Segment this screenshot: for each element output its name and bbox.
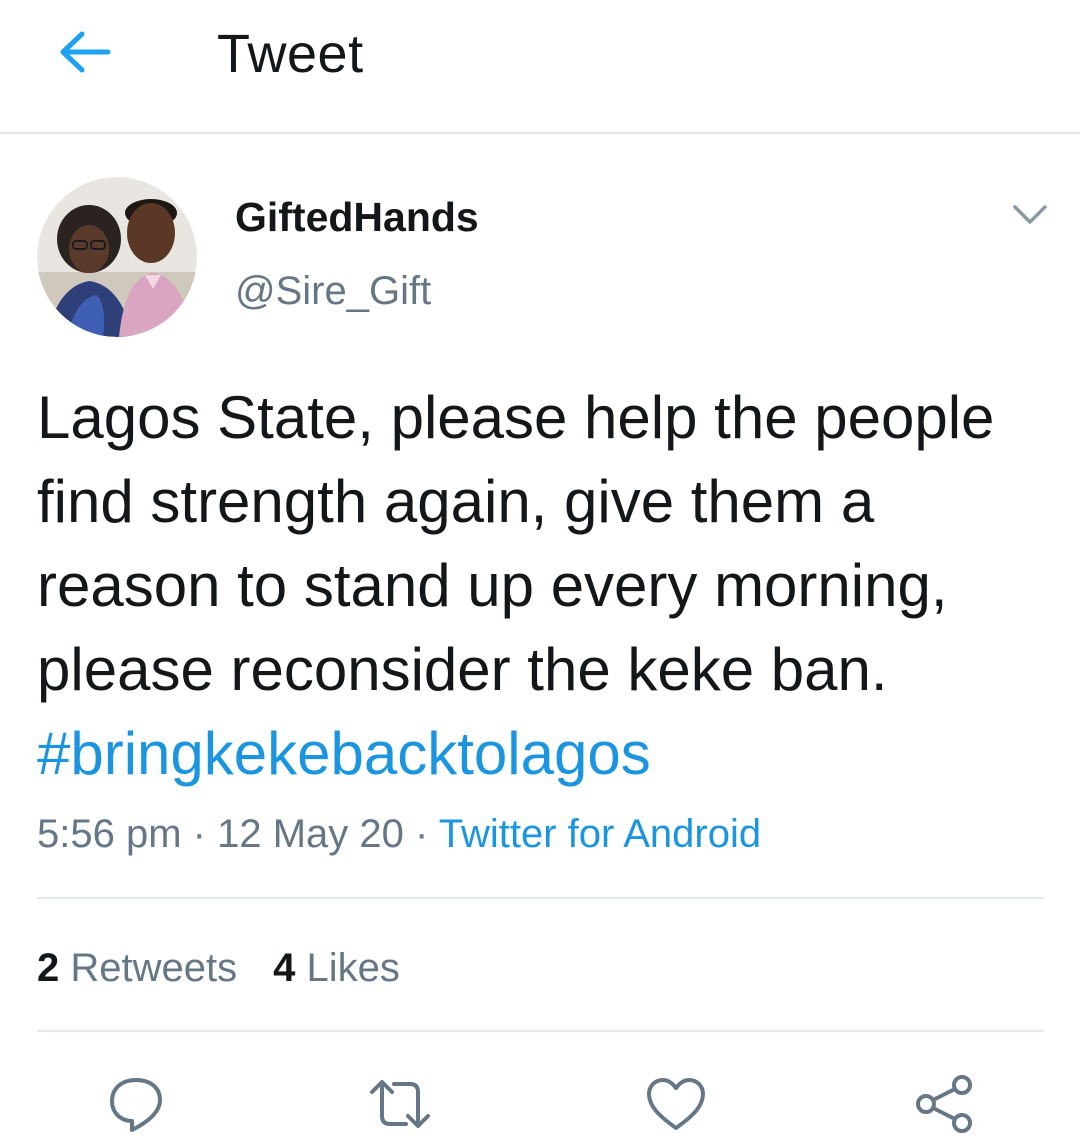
arrow-left-icon <box>60 31 111 73</box>
retweet-icon <box>370 1080 430 1128</box>
chevron-down-icon <box>1013 205 1047 224</box>
tweet-body: Lagos State, please help the people find… <box>37 384 995 703</box>
back-button[interactable] <box>50 22 120 82</box>
display-name[interactable]: GiftedHands <box>235 192 479 242</box>
share-icon <box>916 1075 972 1133</box>
user-handle[interactable]: @Sire_Gift <box>235 266 431 316</box>
tweet-date: 12 May 20 <box>217 812 404 856</box>
retweets-label: Retweets <box>70 946 238 990</box>
divider <box>37 897 1044 899</box>
engagement-stats: 2 Retweets 4 Likes <box>37 940 400 996</box>
avatar-photo <box>37 177 197 337</box>
reply-icon <box>110 1078 162 1132</box>
tweet-metadata: 5:56 pm · 12 May 20 · Twitter for Androi… <box>37 806 761 862</box>
more-options-button[interactable] <box>1005 195 1055 235</box>
likes-stat[interactable]: 4 Likes <box>273 940 400 996</box>
retweets-stat[interactable]: 2 Retweets <box>37 940 237 996</box>
share-button[interactable] <box>912 1072 976 1136</box>
avatar[interactable] <box>37 177 197 337</box>
like-button[interactable] <box>644 1072 708 1136</box>
hashtag-link[interactable]: #bringkekebacktolagos <box>37 720 651 787</box>
retweets-count: 2 <box>37 946 60 990</box>
meta-separator: · <box>192 812 206 856</box>
like-icon <box>647 1078 705 1130</box>
tweet-time: 5:56 pm <box>37 812 182 856</box>
meta-separator: · <box>415 812 429 856</box>
reply-button[interactable] <box>104 1072 168 1136</box>
tweet-source-link[interactable]: Twitter for Android <box>439 812 761 856</box>
likes-label: Likes <box>306 946 400 990</box>
retweet-button[interactable] <box>368 1072 432 1136</box>
top-app-bar: Tweet <box>0 0 1080 134</box>
tweet-text: Lagos State, please help the people find… <box>37 376 1047 796</box>
page-title: Tweet <box>217 24 364 84</box>
likes-count: 4 <box>273 946 296 990</box>
divider <box>37 1030 1044 1032</box>
